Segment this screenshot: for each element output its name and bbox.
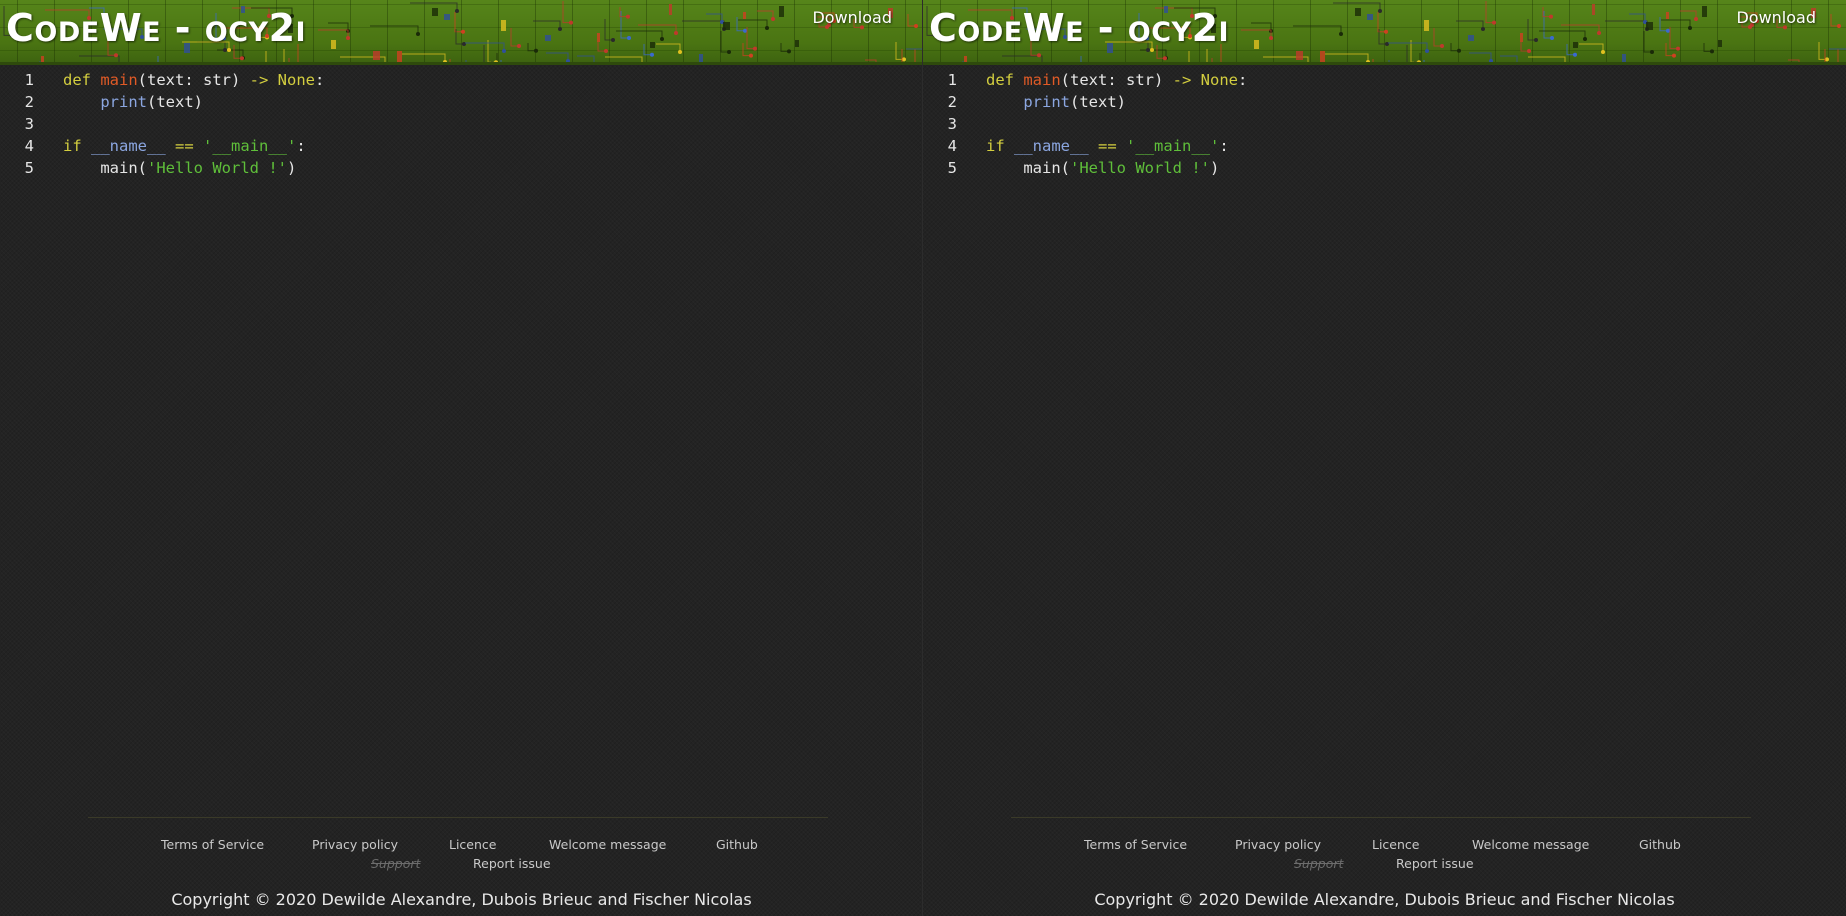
download-link[interactable]: Download [1736, 8, 1816, 27]
copyright-text: Copyright © 2020 Dewilde Alexandre, Dubo… [1094, 890, 1675, 909]
app-title: CodeWe - ocy2i [6, 6, 307, 50]
licence-link[interactable]: Licence [1372, 837, 1420, 852]
welcome-message-link[interactable]: Welcome message [549, 837, 666, 852]
code-editor[interactable]: 1 def main(text: str) -> None: 2 print(t… [923, 69, 1248, 179]
line-number: 5 [947, 159, 957, 177]
header-bar: CodeWe - ocy2i Download [923, 0, 1846, 65]
header-bar: CodeWe - ocy2i Download [0, 0, 922, 65]
line-number: 4 [947, 137, 957, 155]
welcome-message-link[interactable]: Welcome message [1472, 837, 1589, 852]
line-number: 1 [947, 71, 957, 89]
code-line: 4 if __name__ == '__main__': [923, 135, 1247, 157]
line-number: 1 [24, 71, 34, 89]
footer-divider [1011, 817, 1751, 818]
footer-divider [88, 817, 828, 818]
support-link: Support [1294, 856, 1344, 871]
line-number: 5 [24, 159, 34, 177]
line-content: main('Hello World !') [100, 159, 297, 177]
support-link: Support [371, 856, 421, 871]
privacy-policy-link[interactable]: Privacy policy [312, 837, 398, 852]
code-line: 2 print(text) [0, 91, 324, 113]
report-issue-link[interactable]: Report issue [1396, 856, 1474, 871]
editor-pane-right: CodeWe - ocy2i Download 1 def main(text:… [923, 0, 1846, 916]
code-line: 3 [923, 113, 1247, 135]
line-number: 2 [24, 93, 34, 111]
line-content: if __name__ == '__main__': [63, 137, 306, 155]
line-number: 4 [24, 137, 34, 155]
line-content: if __name__ == '__main__': [986, 137, 1229, 155]
github-link[interactable]: Github [1639, 837, 1681, 852]
line-number: 3 [947, 115, 957, 133]
terms-of-service-link[interactable]: Terms of Service [1084, 837, 1187, 852]
code-line: 1 def main(text: str) -> None: [923, 69, 1248, 91]
app-title: CodeWe - ocy2i [929, 6, 1230, 50]
code-line: 4 if __name__ == '__main__': [0, 135, 324, 157]
line-number: 2 [947, 93, 957, 111]
download-link[interactable]: Download [812, 8, 892, 27]
line-content: print(text) [1023, 93, 1126, 111]
editor-pane-left: CodeWe - ocy2i Download 1 def main(text:… [0, 0, 923, 916]
code-line: 5 main('Hello World !') [923, 157, 1247, 179]
github-link[interactable]: Github [716, 837, 758, 852]
line-content: print(text) [100, 93, 203, 111]
code-editor[interactable]: 1 def main(text: str) -> None: 2 print(t… [0, 69, 325, 179]
licence-link[interactable]: Licence [449, 837, 497, 852]
line-content: def main(text: str) -> None: [986, 71, 1248, 89]
privacy-policy-link[interactable]: Privacy policy [1235, 837, 1321, 852]
code-line: 3 [0, 113, 324, 135]
code-line: 2 print(text) [923, 91, 1247, 113]
code-line: 5 main('Hello World !') [0, 157, 324, 179]
terms-of-service-link[interactable]: Terms of Service [161, 837, 264, 852]
line-content: def main(text: str) -> None: [63, 71, 325, 89]
report-issue-link[interactable]: Report issue [473, 856, 551, 871]
copyright-text: Copyright © 2020 Dewilde Alexandre, Dubo… [171, 890, 752, 909]
code-line: 1 def main(text: str) -> None: [0, 69, 325, 91]
line-number: 3 [24, 115, 34, 133]
line-content: main('Hello World !') [1023, 159, 1220, 177]
